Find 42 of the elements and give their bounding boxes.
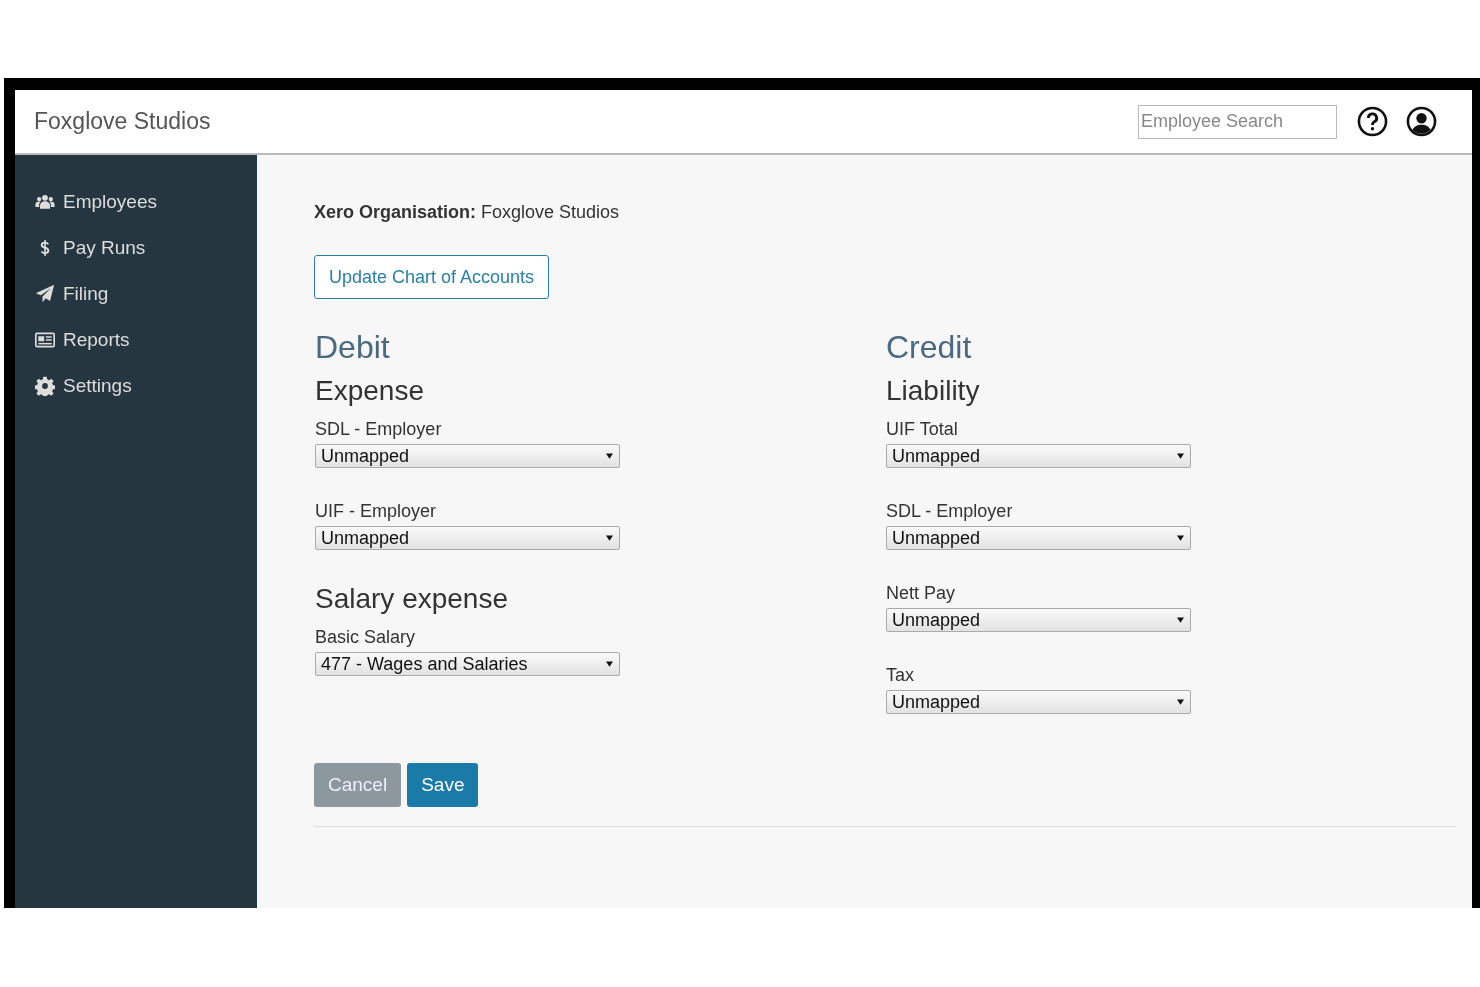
column-heading: Debit [315, 329, 391, 366]
people-icon [35, 192, 55, 212]
update-chart-button[interactable]: Update Chart of Accounts [314, 255, 550, 299]
sidebar-item[interactable]: Pay Runs [15, 225, 146, 271]
caret-icon [606, 661, 613, 667]
brand-name: Foxglove Studios [34, 108, 211, 135]
field-label: SDL - Employer [886, 501, 1014, 522]
account-dropdown[interactable]: Unmapped [886, 526, 1191, 550]
caret-icon [1177, 535, 1184, 541]
search-field[interactable]: Employee Search [1138, 104, 1337, 139]
account-dropdown[interactable]: Unmapped [886, 608, 1191, 632]
section-heading: Salary expense [315, 583, 509, 615]
user-avatar-icon[interactable] [1406, 106, 1437, 137]
section-heading: Liability [886, 375, 981, 407]
sidebar-item[interactable]: Filing [15, 271, 109, 317]
field-label: Basic Salary [315, 627, 417, 648]
field-label: SDL - Employer [315, 419, 443, 440]
field-label: Nett Pay [886, 583, 957, 604]
help-icon[interactable] [1357, 106, 1388, 137]
caret-icon [1177, 453, 1184, 459]
caret-icon [1177, 617, 1184, 623]
caret-icon [606, 453, 613, 459]
caret-icon [1177, 699, 1184, 705]
account-dropdown[interactable]: Unmapped [886, 690, 1191, 714]
account-dropdown[interactable]: 477 - Wages and Salaries [315, 652, 620, 676]
section-heading: Expense [315, 375, 425, 407]
account-dropdown[interactable]: Unmapped [886, 444, 1191, 468]
field-label: UIF Total [886, 419, 959, 440]
field-label: Tax [886, 665, 915, 686]
settings-icon [35, 376, 55, 396]
column-heading: Credit [886, 329, 973, 366]
save-button[interactable]: Save [407, 763, 479, 807]
sidebar-item[interactable]: Reports [15, 317, 130, 363]
account-dropdown[interactable]: Unmapped [315, 444, 620, 468]
sidebar-item[interactable]: Employees [15, 179, 157, 225]
caret-icon [606, 535, 613, 541]
sidebar-item[interactable]: Settings [15, 363, 132, 409]
paper-plane-icon [35, 284, 55, 304]
newspaper-icon [35, 330, 55, 350]
organisation-text: Xero Organisation: Foxglove Studios [314, 202, 621, 223]
field-label: UIF - Employer [315, 501, 438, 522]
account-dropdown[interactable]: Unmapped [315, 526, 620, 550]
